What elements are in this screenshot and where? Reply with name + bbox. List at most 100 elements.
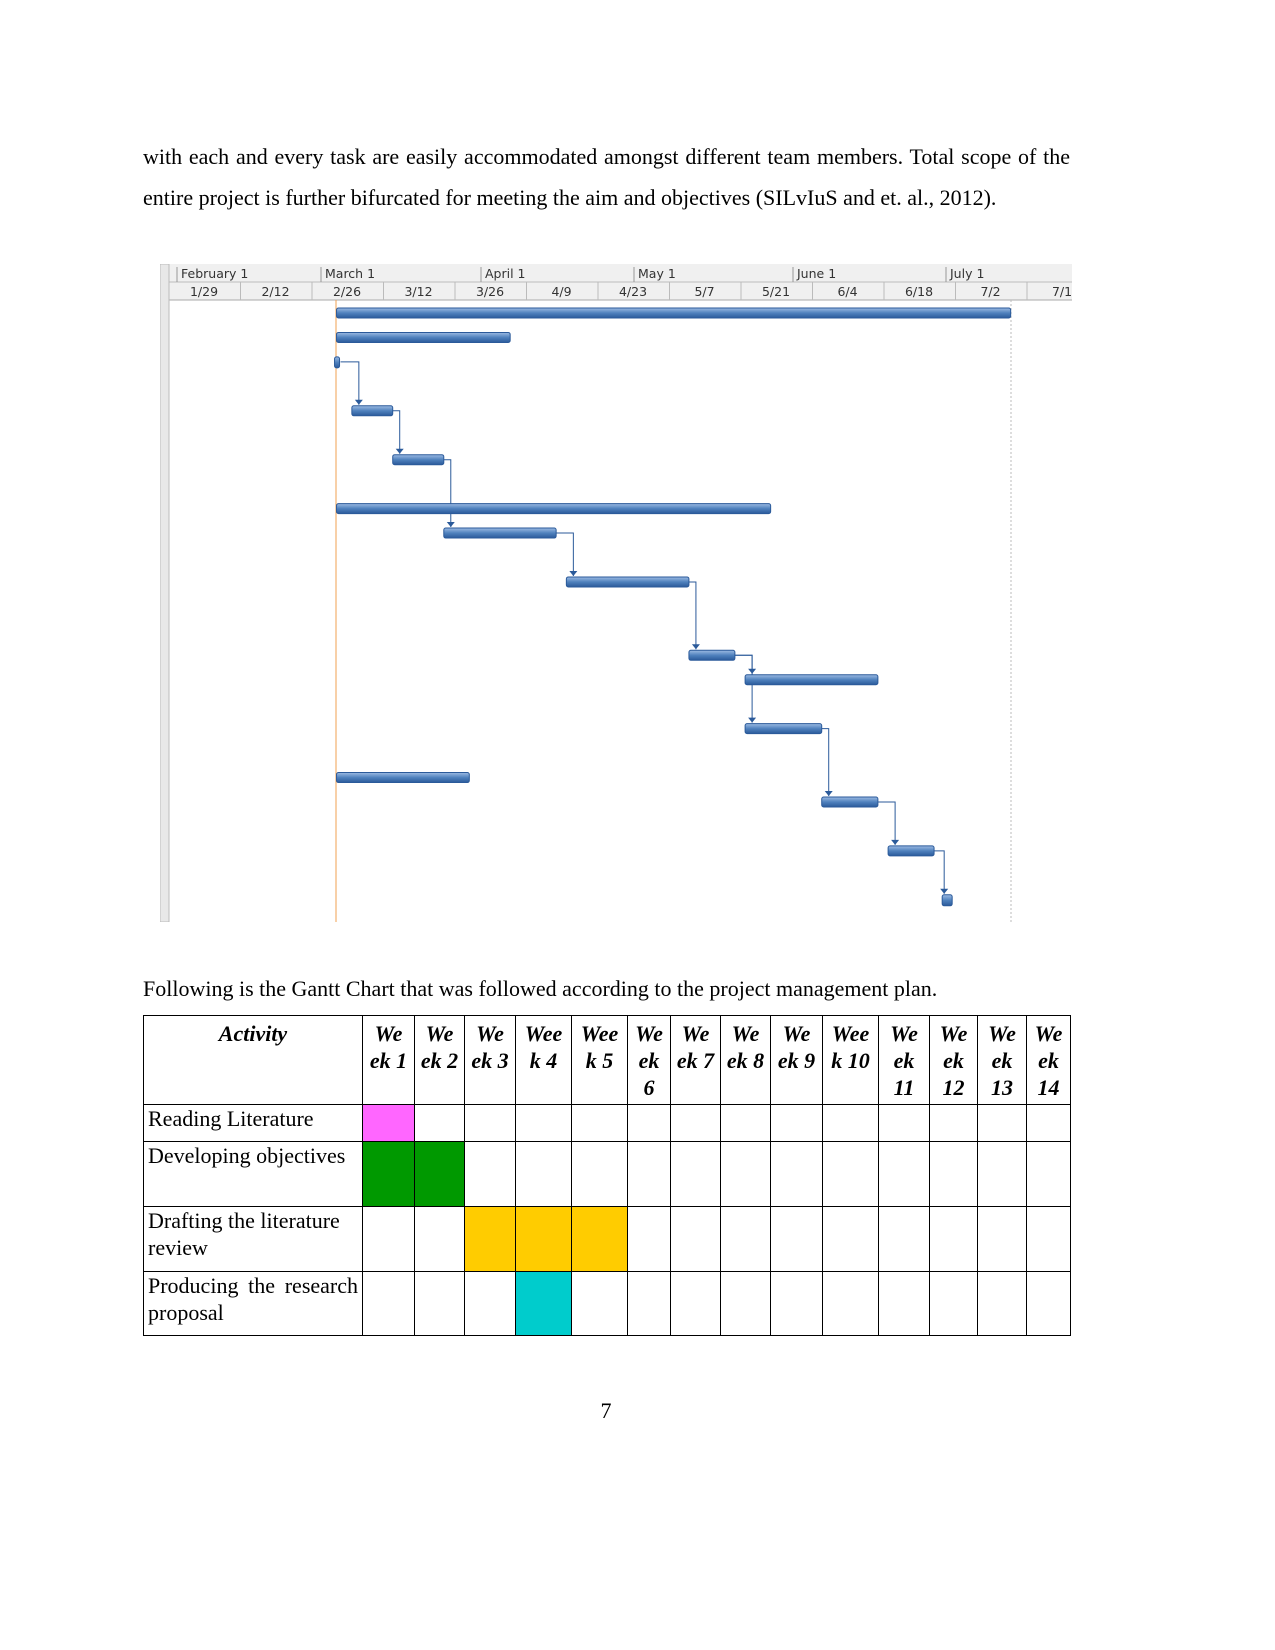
week-cell xyxy=(977,1141,1027,1207)
dependency-arrow xyxy=(395,448,404,454)
month-label: March 1 xyxy=(325,266,375,281)
week-cell xyxy=(977,1104,1027,1142)
week-label: 4/23 xyxy=(619,284,647,299)
dependency-arrow xyxy=(824,791,833,796)
gantt-milestone xyxy=(334,356,341,369)
week-label: 3/26 xyxy=(476,284,504,299)
month-label: April 1 xyxy=(485,266,526,281)
week-cell-filled xyxy=(414,1141,465,1207)
week-cell-filled xyxy=(362,1104,415,1142)
gantt-summary-bar xyxy=(336,307,1012,319)
week-header: We ek 11 xyxy=(878,1015,930,1105)
week-cell-filled xyxy=(515,1206,572,1272)
dependency-link xyxy=(934,850,945,894)
dependency-link xyxy=(556,532,574,576)
activity-cell: Drafting the literature review xyxy=(143,1206,363,1272)
week-cell xyxy=(929,1104,978,1142)
week-cell-filled xyxy=(515,1271,572,1336)
table-row: Producing the research proposal xyxy=(143,1271,1071,1336)
gantt-task-bar xyxy=(443,527,557,539)
week-header: Wee k 4 xyxy=(515,1015,572,1105)
week-cell xyxy=(414,1271,465,1336)
gantt-summary-bar xyxy=(336,503,772,515)
month-label: May 1 xyxy=(638,266,676,281)
gantt-task-bar xyxy=(565,576,690,588)
gantt-task-bar xyxy=(336,331,511,343)
week-cell xyxy=(464,1104,516,1142)
dependency-link xyxy=(392,410,401,454)
week-cell xyxy=(878,1104,930,1142)
week-cell xyxy=(929,1271,978,1336)
week-label: 1/29 xyxy=(190,284,218,299)
week-header: We ek 7 xyxy=(670,1015,721,1105)
week-cell xyxy=(670,1206,721,1272)
dependency-arrow xyxy=(569,570,578,576)
week-cell xyxy=(670,1104,721,1142)
week-header: We ek 13 xyxy=(977,1015,1027,1105)
document-page: with each and every task are easily acco… xyxy=(0,0,1275,1650)
gantt-task-bar xyxy=(688,649,736,661)
month-label: February 1 xyxy=(181,266,248,281)
week-label: 2/26 xyxy=(333,284,361,299)
week-header: We ek 1 xyxy=(362,1015,415,1105)
week-cell xyxy=(627,1141,671,1207)
week-cell xyxy=(878,1141,930,1207)
week-cell xyxy=(977,1271,1027,1336)
dependency-arrow xyxy=(940,888,949,894)
gantt-chart-image: February 1 March 1 April 1 May 1 June 1 July … xyxy=(160,264,1072,922)
week-label: 2/12 xyxy=(261,284,289,299)
activity-cell: Producing the research proposal xyxy=(143,1271,363,1336)
week-cell-filled xyxy=(362,1141,415,1207)
week-header: We ek 2 xyxy=(414,1015,465,1105)
table-row: Reading Literature xyxy=(143,1104,1071,1142)
activity-cell: Reading Literature xyxy=(143,1104,363,1142)
week-header: We ek 12 xyxy=(929,1015,978,1105)
dependency-link xyxy=(340,361,360,405)
dependency-link xyxy=(877,801,896,845)
dependency-arrow xyxy=(891,839,900,845)
week-cell xyxy=(822,1271,879,1336)
week-label: 6/18 xyxy=(905,284,933,299)
dependency-arrow xyxy=(691,644,700,650)
week-cell xyxy=(822,1104,879,1142)
gantt-task-bar xyxy=(392,454,445,466)
dependency-link xyxy=(443,459,452,528)
week-header: We ek 6 xyxy=(627,1015,671,1105)
week-cell xyxy=(627,1271,671,1336)
gantt-task-bar xyxy=(351,405,394,417)
dependency-arrow xyxy=(446,522,455,528)
month-label: July 1 xyxy=(949,266,984,281)
week-cell xyxy=(362,1206,415,1272)
gantt-task-bar xyxy=(744,674,879,686)
week-cell xyxy=(414,1206,465,1272)
activity-cell: Developing objectives xyxy=(143,1141,363,1207)
week-label: 5/21 xyxy=(762,284,790,299)
dependency-link xyxy=(734,654,753,674)
week-cell xyxy=(878,1206,930,1272)
week-cell xyxy=(770,1206,823,1272)
week-cell xyxy=(929,1206,978,1272)
week-cell xyxy=(720,1104,771,1142)
week-cell xyxy=(414,1104,465,1142)
body-paragraph: with each and every task are easily acco… xyxy=(143,144,1070,210)
gantt-summary-bar xyxy=(336,772,470,784)
gantt-task-bar xyxy=(821,796,879,808)
week-label: 5/7 xyxy=(694,284,714,299)
dependency-arrow xyxy=(748,717,757,723)
week-cell-filled xyxy=(571,1206,628,1272)
week-cell xyxy=(362,1271,415,1336)
week-cell xyxy=(670,1271,721,1336)
table-row: Drafting the literature review xyxy=(143,1206,1071,1272)
page-number: 7 xyxy=(600,1398,612,1423)
week-header: Wee k 10 xyxy=(822,1015,879,1105)
week-label: 7/1 xyxy=(1052,284,1072,299)
week-cell xyxy=(515,1104,572,1142)
week-header: We ek 9 xyxy=(770,1015,823,1105)
week-label: 7/2 xyxy=(980,284,1000,299)
week-cell xyxy=(571,1104,628,1142)
week-cell xyxy=(1026,1104,1071,1142)
gantt-table: Activity We ek 1 We ek 2 We ek 3 Wee k 4 Wee … xyxy=(143,1015,1071,1336)
table-caption: Following is the Gantt Chart that was fo… xyxy=(143,976,938,1001)
week-cell xyxy=(670,1141,721,1207)
week-cell xyxy=(720,1271,771,1336)
